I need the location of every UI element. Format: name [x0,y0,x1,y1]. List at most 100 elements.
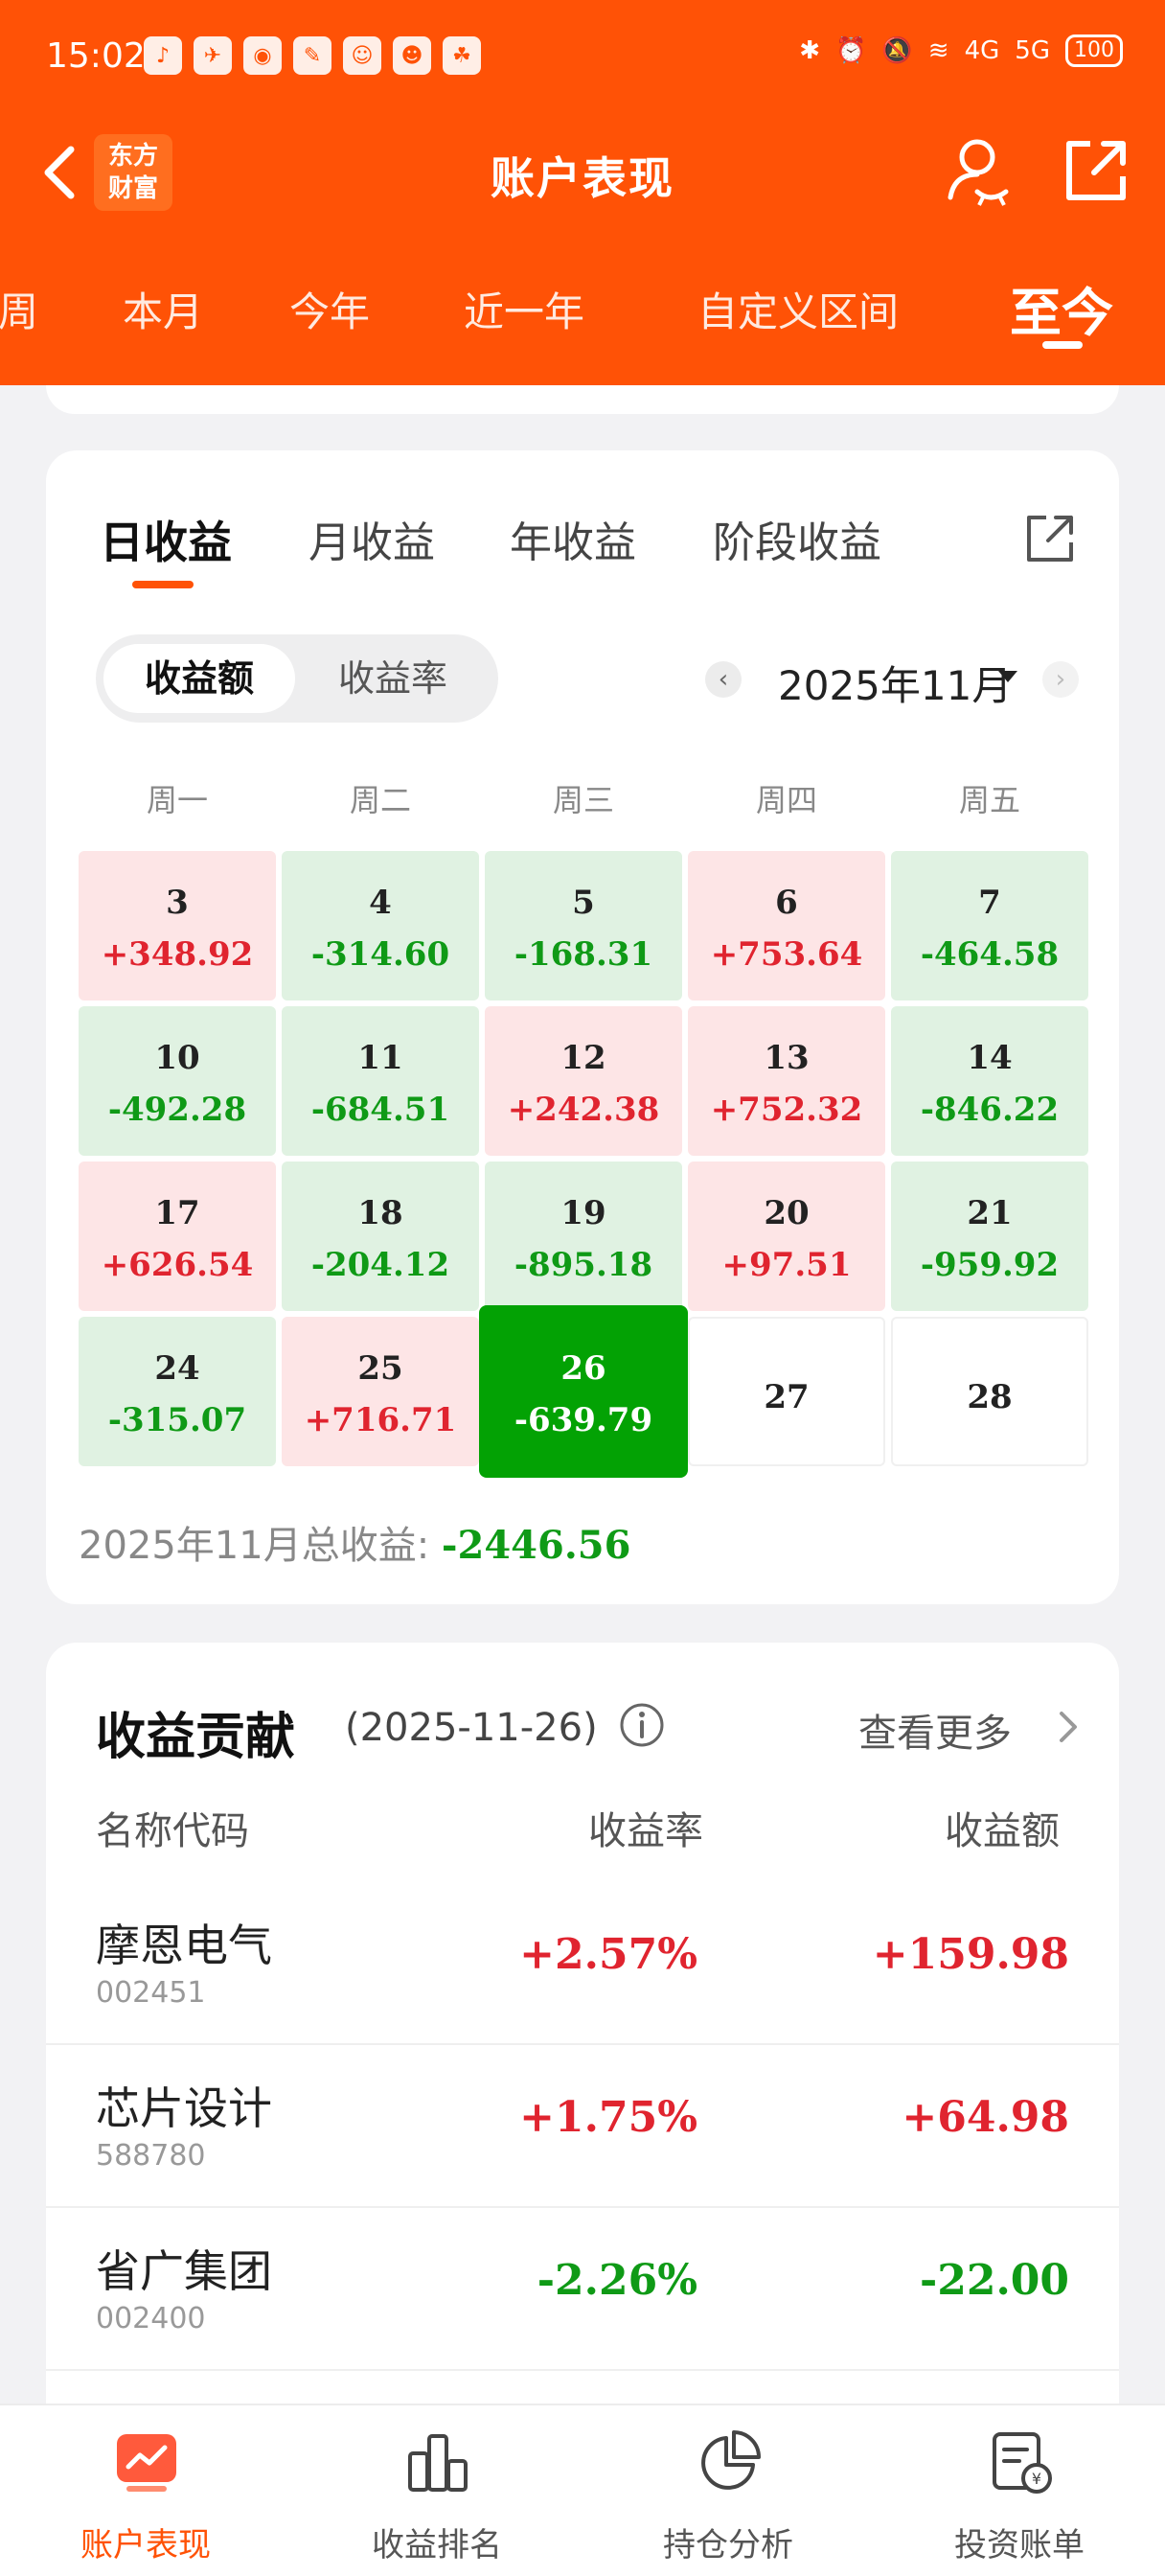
tab-last-year[interactable]: 近一年 [464,280,584,338]
tab-custom-range[interactable]: 自定义区间 [697,280,899,338]
prev-month-icon[interactable]: ‹ [705,661,742,698]
toggle-profit-rate[interactable]: 收益率 [295,644,491,713]
bottom-nav: 账户表现 收益排名 持仓分析 ¥ 投资账单 [0,2404,1165,2576]
column-header-name: 名称代码 [96,1809,249,1853]
calendar-day-cell: 28 [891,1317,1088,1466]
bill-icon: ¥ [993,2432,1052,2494]
toggle-profit-amount[interactable]: 收益额 [103,644,295,713]
holding-rate: +2.57% [519,1930,697,1979]
calendar-day-amount: -168.31 [514,935,653,974]
holding-amount: +159.98 [872,1930,1069,1979]
app-notification-icon: ☘ [443,36,481,75]
calendar-day-number: 5 [572,884,595,922]
calendar-day-number: 20 [764,1194,810,1232]
calendar-day-cell[interactable]: 6 +753.64 [688,851,885,1000]
svg-text:¥: ¥ [1032,2470,1041,2488]
calendar-day-number: 27 [764,1378,810,1416]
calendar-day-cell[interactable]: 7 -464.58 [891,851,1088,1000]
tab-week[interactable]: 周 [0,280,38,338]
section-title: 收益贡献 [96,1709,296,1766]
calendar-day-cell[interactable]: 4 -314.60 [282,851,479,1000]
share-icon[interactable] [1021,510,1079,567]
status-time: 15:02 [46,36,146,76]
calendar-day-cell[interactable]: 20 +97.51 [688,1162,885,1311]
tab-period-profit[interactable]: 阶段收益 [713,508,881,569]
weekday-label: 周五 [958,782,1020,818]
calendar-day-cell[interactable]: 26 -639.79 [479,1305,688,1478]
calendar-day-number: 19 [560,1194,606,1232]
wifi-icon: ≋ [927,36,949,65]
info-icon[interactable] [617,1700,667,1750]
pie-chart-icon [701,2430,761,2490]
calendar-day-cell[interactable]: 24 -315.07 [79,1317,276,1466]
nav-position-analysis[interactable]: 持仓分析 [582,2405,874,2576]
nav-label: 投资账单 [954,2526,1085,2564]
caret-down-icon[interactable] [998,671,1017,682]
calendar-day-cell[interactable]: 12 +242.38 [485,1006,682,1156]
weekday-label: 周二 [349,782,411,818]
nav-investment-bill[interactable]: ¥ 投资账单 [874,2405,1165,2576]
previous-card-edge [46,385,1119,414]
tab-yearly-profit[interactable]: 年收益 [510,508,636,569]
holding-amount: -22.00 [919,2256,1069,2305]
calendar-day-number: 7 [978,884,1001,922]
nav-account-performance[interactable]: 账户表现 [0,2405,291,2576]
share-icon[interactable] [1062,136,1131,205]
calendar-day-number: 24 [154,1349,200,1388]
calendar-day-cell[interactable]: 11 -684.51 [282,1006,479,1156]
status-indicators: ✱ ⏰ 🔕 ≋ 4G 5G 100 [799,34,1123,67]
month-total: 2025年11月总收益: -2446.56 [79,1514,630,1570]
calendar-day-cell[interactable]: 25 +716.71 [282,1317,479,1466]
app-notification-icon: ✈ [194,36,232,75]
month-label[interactable]: 2025年11月 [778,654,1012,712]
calendar-day-cell[interactable]: 3 +348.92 [79,851,276,1000]
chevron-right-icon[interactable] [1054,1708,1083,1746]
holding-row[interactable]: 省广集团 002400 -2.26% -22.00 [46,2208,1119,2371]
alarm-icon: ⏰ [835,36,867,65]
nav-profit-ranking[interactable]: 收益排名 [291,2405,582,2576]
period-tabs: 周 本月 今年 近一年 自定义区间 至今 [0,259,1165,364]
top-nav: 东方 财富 账户表现 [0,115,1165,230]
mute-icon: 🔕 [881,36,913,65]
calendar-day-cell[interactable]: 14 -846.22 [891,1006,1088,1156]
month-total-value: -2446.56 [441,1523,631,1568]
calendar-grid: 3 +348.92 4 -314.60 5 -168.31 6 +753.64 7 -464.58… [79,851,1094,1484]
holding-name: 摩恩电气 [96,1920,272,1971]
calendar-day-amount: -684.51 [310,1091,450,1129]
status-app-icons: ♪ ✈ ◉ ✎ ☺ ☻ ☘ [144,36,481,75]
calendar-day-cell[interactable]: 13 +752.32 [688,1006,885,1156]
calendar-day-cell[interactable]: 5 -168.31 [485,851,682,1000]
calendar-day-number: 26 [560,1349,606,1388]
holding-row[interactable]: 摩恩电气 002451 +2.57% +159.98 [46,1882,1119,2045]
app-notification-icon: ☻ [393,36,431,75]
header: 15:02 ♪ ✈ ◉ ✎ ☺ ☻ ☘ ✱ ⏰ 🔕 ≋ 4G 5G 100 东方… [0,0,1165,385]
amount-rate-toggle: 收益额 收益率 [96,634,498,723]
calendar-day-cell[interactable]: 18 -204.12 [282,1162,479,1311]
profile-hide-icon[interactable] [945,134,1012,207]
nav-label: 账户表现 [80,2526,211,2564]
calendar-day-cell[interactable]: 19 -895.18 [485,1162,682,1311]
calendar-day-amount: -846.22 [920,1091,1060,1129]
tab-this-year[interactable]: 今年 [289,280,370,338]
tab-since-inception[interactable]: 至今 [1010,270,1113,346]
tab-this-month[interactable]: 本月 [123,280,203,338]
holding-rate: -2.26% [537,2256,697,2305]
holding-row[interactable]: 芯片设计 588780 +1.75% +64.98 [46,2045,1119,2208]
calendar-day-cell[interactable]: 21 -959.92 [891,1162,1088,1311]
tab-monthly-profit[interactable]: 月收益 [308,508,435,569]
calendar-day-cell: 27 [688,1317,885,1466]
tab-daily-profit[interactable]: 日收益 [100,508,232,571]
calendar-day-cell[interactable]: 10 -492.28 [79,1006,276,1156]
calendar-day-number: 11 [357,1039,403,1077]
calendar-day-cell[interactable]: 17 +626.54 [79,1162,276,1311]
weekday-header: 周一 周二 周三 周四 周五 [79,776,1094,824]
holding-rate: +1.75% [519,2093,697,2142]
calendar-day-number: 3 [166,884,189,922]
see-more-link[interactable]: 查看更多 [858,1702,1012,1758]
column-header-amount[interactable]: 收益额 [945,1800,1060,1855]
holding-amount: +64.98 [902,2093,1069,2142]
section-date: (2025-11-26) [345,1706,598,1750]
next-month-icon[interactable]: › [1042,661,1079,698]
calendar-day-number: 14 [967,1039,1013,1077]
column-header-rate[interactable]: 收益率 [588,1800,703,1855]
